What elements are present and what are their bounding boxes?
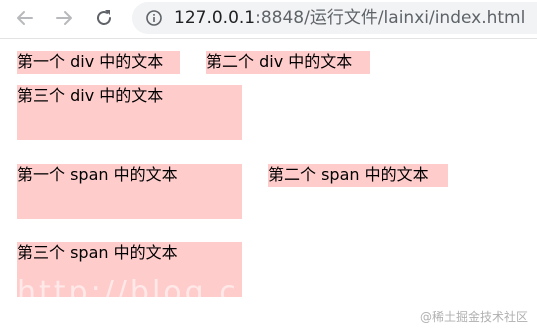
- first-span-box: 第一个 span 中的文本: [17, 164, 242, 219]
- second-div-box: 第二个 div 中的文本: [206, 51, 370, 74]
- faint-url-watermark: http://blog.c: [17, 275, 239, 305]
- arrow-right-icon: [56, 11, 72, 25]
- third-span-text: 第三个 span 中的文本: [17, 243, 178, 262]
- url-path: :8848/运行文件/lainxi/index.html: [255, 8, 526, 28]
- back-button[interactable]: [14, 7, 36, 29]
- url-host: 127.0.0.1: [174, 8, 256, 28]
- third-div-text: 第三个 div 中的文本: [17, 86, 164, 105]
- reload-icon: [97, 10, 111, 25]
- forward-button[interactable]: [53, 7, 75, 29]
- arrow-left-icon: [17, 11, 33, 25]
- reload-button[interactable]: [93, 7, 115, 29]
- url-text[interactable]: 127.0.0.1:8848/运行文件/lainxi/index.html: [174, 7, 525, 29]
- third-div-box: 第三个 div 中的文本: [17, 85, 242, 140]
- second-span-text: 第二个 span 中的文本: [268, 165, 429, 184]
- browser-toolbar: 127.0.0.1:8848/运行文件/lainxi/index.html: [0, 0, 537, 39]
- info-icon[interactable]: [146, 10, 162, 26]
- page-content: 第一个 div 中的文本 第二个 div 中的文本 第三个 div 中的文本 第…: [0, 39, 537, 335]
- source-watermark: @稀土掘金技术社区: [419, 310, 528, 324]
- second-div-text: 第二个 div 中的文本: [206, 52, 353, 71]
- first-div-box: 第一个 div 中的文本: [17, 51, 180, 74]
- second-span-box: 第二个 span 中的文本: [268, 164, 448, 187]
- address-bar[interactable]: 127.0.0.1:8848/运行文件/lainxi/index.html: [132, 2, 537, 34]
- first-div-text: 第一个 div 中的文本: [17, 52, 164, 71]
- first-span-text: 第一个 span 中的文本: [17, 165, 178, 184]
